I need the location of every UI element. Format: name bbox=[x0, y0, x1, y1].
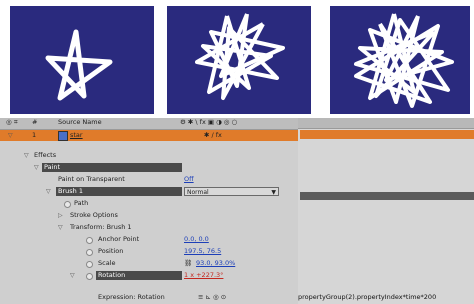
rotation-label: Rotation bbox=[96, 271, 182, 280]
scale-row[interactable]: Scale ⛓ 93.0, 93.0% bbox=[0, 258, 298, 269]
expression-icons[interactable]: ≡ ⊾ ◎ ⊙ bbox=[198, 292, 226, 303]
rotation-twirl-icon[interactable]: ▽ bbox=[70, 270, 75, 281]
transform-twirl-icon[interactable]: ▽ bbox=[58, 222, 63, 233]
comp-preview-frame-1 bbox=[10, 6, 154, 114]
path-row[interactable]: Path bbox=[0, 198, 298, 209]
rotation-value[interactable]: 1 x +227.3° bbox=[184, 270, 223, 281]
effects-group-row[interactable]: ▽ Effects bbox=[0, 150, 298, 161]
star-stroke-drawing bbox=[354, 13, 454, 108]
layer-label-color-icon[interactable] bbox=[58, 131, 68, 141]
brush-mode-value: Normal bbox=[187, 189, 209, 196]
source-name-col-header[interactable]: Source Name bbox=[58, 118, 102, 126]
path-label: Path bbox=[74, 199, 89, 207]
position-label: Position bbox=[98, 247, 124, 255]
anchor-point-row[interactable]: Anchor Point 0.0, 0.0 bbox=[0, 234, 298, 245]
stroke-options-label: Stroke Options bbox=[70, 211, 118, 219]
paint-on-transparent-label: Paint on Transparent bbox=[58, 175, 125, 183]
anchor-point-value[interactable]: 0.0, 0.0 bbox=[184, 234, 209, 245]
layer-row-star[interactable]: ▽ 1 star ✱ / fx bbox=[0, 130, 298, 141]
paint-effect-label[interactable]: Paint bbox=[42, 163, 182, 172]
number-col-header: # bbox=[32, 118, 38, 126]
brush-row[interactable]: ▽ Brush 1 Normal ▼ bbox=[0, 186, 298, 197]
constrain-proportions-icon[interactable]: ⛓ bbox=[184, 258, 192, 269]
stroke-options-twirl-icon[interactable]: ▷ bbox=[58, 210, 63, 221]
stopwatch-icon[interactable] bbox=[86, 261, 93, 268]
anchor-point-label: Anchor Point bbox=[98, 235, 140, 243]
scale-value[interactable]: 93.0, 93.0% bbox=[196, 258, 235, 269]
expression-text-field[interactable]: propertyGroup(2).propertyIndex*time*200 bbox=[298, 292, 436, 302]
layer-twirl-icon[interactable]: ▽ bbox=[8, 130, 13, 141]
stopwatch-icon[interactable] bbox=[86, 237, 93, 244]
effects-twirl-icon[interactable]: ▽ bbox=[24, 150, 29, 161]
effects-label: Effects bbox=[34, 151, 57, 159]
lock-switch-icon[interactable]: ⌗ bbox=[14, 118, 18, 127]
brush-duration-bar[interactable] bbox=[300, 192, 474, 200]
paint-twirl-icon[interactable]: ▽ bbox=[34, 162, 39, 173]
stroke-options-row[interactable]: ▷ Stroke Options bbox=[0, 210, 298, 221]
comp-preview-frame-3 bbox=[330, 6, 470, 114]
comp-preview-frame-2 bbox=[167, 6, 311, 114]
scale-label: Scale bbox=[98, 259, 116, 267]
eye-switch-icon[interactable]: ◎ bbox=[6, 118, 12, 126]
stopwatch-icon[interactable] bbox=[64, 201, 71, 208]
brush-mode-select[interactable]: Normal ▼ bbox=[184, 187, 279, 196]
switches-col-icons[interactable]: ⚙ ✱ \ fx ▣ ◑ ◎ ○ bbox=[180, 118, 237, 126]
paint-on-transparent-value[interactable]: Off bbox=[184, 174, 194, 185]
time-ruler[interactable] bbox=[298, 118, 474, 129]
rotation-row[interactable]: ▽ Rotation 1 x +227.3° bbox=[0, 270, 298, 281]
brush-label[interactable]: Brush 1 bbox=[56, 187, 182, 196]
stopwatch-icon[interactable] bbox=[86, 249, 93, 256]
paint-on-transparent-row[interactable]: Paint on Transparent Off bbox=[0, 174, 298, 185]
transform-brush-label: Transform: Brush 1 bbox=[70, 223, 132, 231]
layer-number: 1 bbox=[32, 131, 37, 139]
star-stroke-drawing bbox=[45, 29, 113, 101]
layer-name[interactable]: star bbox=[70, 130, 83, 141]
layer-switches[interactable]: ✱ / fx bbox=[204, 130, 222, 141]
stopwatch-icon[interactable] bbox=[86, 273, 93, 280]
paint-effect-row[interactable]: ▽ Paint bbox=[0, 162, 298, 173]
expression-label: Expression: Rotation bbox=[98, 293, 165, 301]
position-row[interactable]: Position 197.5, 76.5 bbox=[0, 246, 298, 257]
brush-twirl-icon[interactable]: ▽ bbox=[46, 186, 51, 197]
layer-duration-bar[interactable] bbox=[300, 130, 474, 139]
expression-row[interactable]: Expression: Rotation ≡ ⊾ ◎ ⊙ bbox=[0, 282, 298, 304]
transform-brush-row[interactable]: ▽ Transform: Brush 1 bbox=[0, 222, 298, 233]
layer-column-header: ◎ ⌗ # Source Name ⚙ ✱ \ fx ▣ ◑ ◎ ○ bbox=[0, 118, 298, 130]
timeline-track-area[interactable] bbox=[298, 118, 474, 304]
star-stroke-drawing bbox=[195, 13, 285, 100]
position-value[interactable]: 197.5, 76.5 bbox=[184, 246, 221, 257]
dropdown-arrow-icon: ▼ bbox=[271, 189, 276, 196]
